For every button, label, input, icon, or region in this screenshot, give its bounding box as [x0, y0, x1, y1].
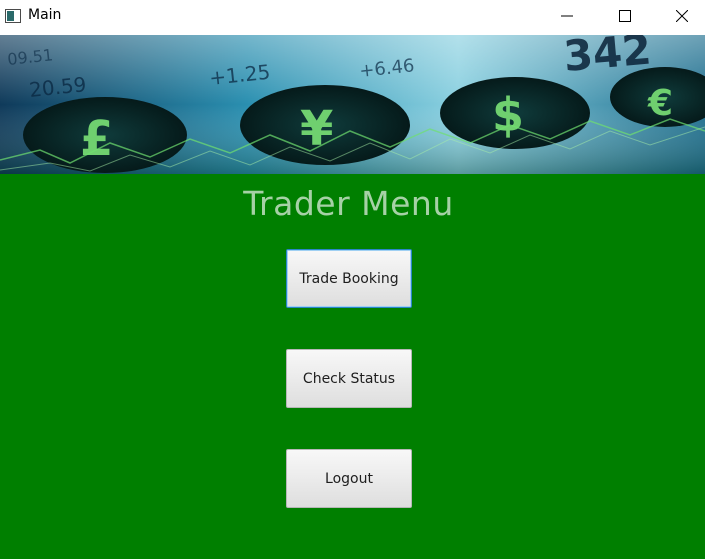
trade-booking-button[interactable]: Trade Booking: [286, 249, 412, 308]
logout-button[interactable]: Logout: [286, 449, 412, 508]
trader-menu-panel: Trader Menu Trade Booking Check Status L…: [0, 174, 705, 559]
currency-banner-image: 20.59 +1.25 +6.46 342 09.51 £ ¥ $ €: [0, 35, 705, 174]
check-status-button[interactable]: Check Status: [286, 349, 412, 408]
title-bar: Main: [0, 0, 705, 34]
minimize-icon: [561, 15, 573, 17]
euro-symbol-icon: €: [647, 83, 673, 124]
maximize-icon: [619, 10, 631, 22]
pound-symbol-icon: £: [80, 111, 113, 167]
close-icon: [676, 10, 688, 22]
minimize-button[interactable]: [544, 0, 590, 32]
app-icon: [5, 9, 21, 23]
dollar-symbol-icon: $: [492, 88, 524, 142]
page-title: Trader Menu: [243, 184, 454, 223]
window-title: Main: [28, 7, 62, 23]
maximize-button[interactable]: [602, 0, 648, 32]
close-button[interactable]: [659, 0, 705, 32]
